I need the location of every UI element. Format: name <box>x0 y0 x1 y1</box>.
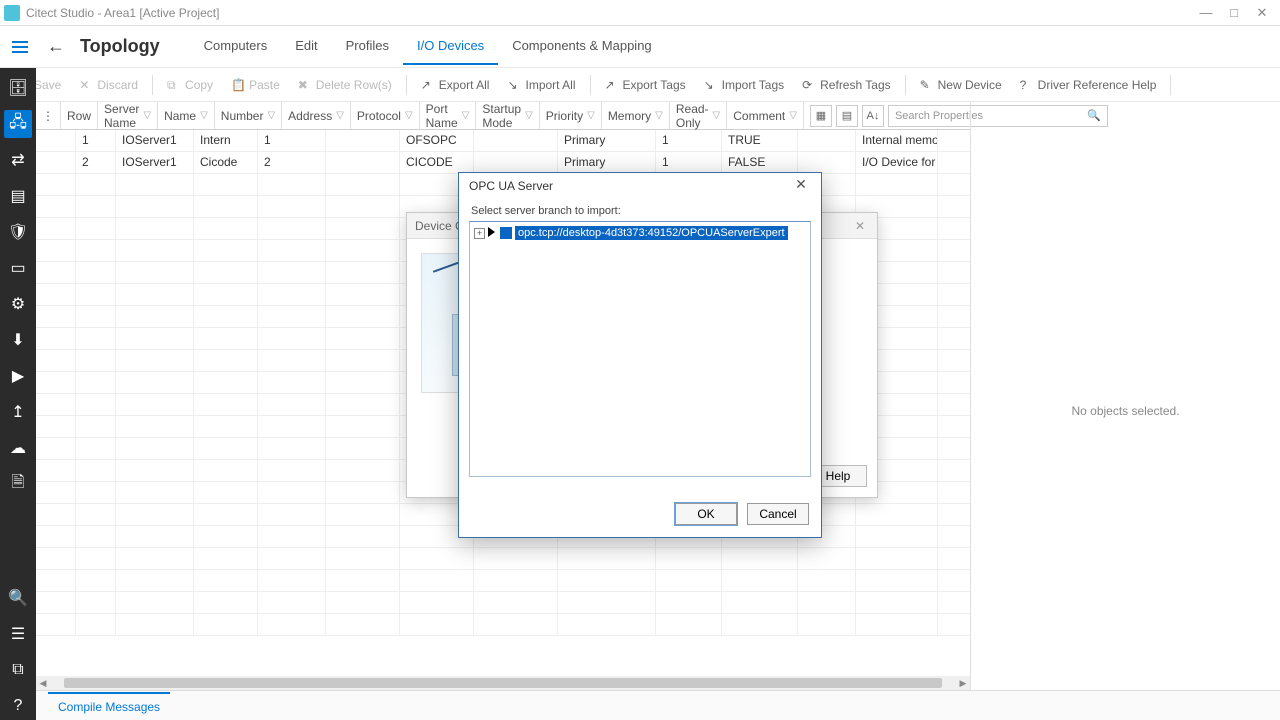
properties-panel: No objects selected. <box>970 102 1280 720</box>
tree-expander-icon[interactable]: + <box>474 228 485 239</box>
ok-button[interactable]: OK <box>675 503 737 525</box>
top-nav: ← Topology Computers Edit Profiles I/O D… <box>0 26 1280 68</box>
rail-pages-icon[interactable]: ▤ <box>4 182 32 210</box>
window-title: Citect Studio - Area1 [Active Project] <box>26 6 1192 20</box>
refresh-tags-button[interactable]: ⟳Refresh Tags <box>794 74 898 96</box>
tab-io-devices[interactable]: I/O Devices <box>403 28 498 65</box>
horizontal-scrollbar[interactable]: ◀▶ <box>36 676 970 690</box>
tab-edit[interactable]: Edit <box>281 28 331 65</box>
table-row: 1 IOServer1 Intern 1 OFSOPC Primary 1 TR… <box>36 130 970 152</box>
export-icon: ↗ <box>421 78 435 92</box>
hamburger-icon[interactable] <box>6 33 34 61</box>
new-device-button[interactable]: ✎New Device <box>912 74 1010 96</box>
paste-icon: 📋 <box>231 78 245 92</box>
delete-rows-button[interactable]: ✖Delete Row(s) <box>290 74 400 96</box>
opc-ua-server-dialog: OPC UA Server ✕ Select server branch to … <box>458 172 822 538</box>
grid-tool-2[interactable]: ▤ <box>836 105 858 127</box>
help-icon: ? <box>1020 78 1034 92</box>
back-button[interactable]: ← <box>42 33 70 61</box>
rail-download-icon[interactable]: ⬇ <box>4 326 32 354</box>
discard-button[interactable]: ✕Discard <box>71 74 146 96</box>
minimize-button[interactable]: — <box>1192 3 1220 23</box>
grid-tool-1[interactable]: ▦ <box>810 105 832 127</box>
col-port-name[interactable]: Port Name▽ <box>420 102 477 129</box>
rail-cloud-icon[interactable]: ☁ <box>4 434 32 462</box>
rail-help-icon[interactable]: ? <box>4 692 32 720</box>
col-address[interactable]: Address▽ <box>282 102 351 129</box>
rail-copy-icon[interactable]: ⧉ <box>4 656 32 684</box>
rail-topology-icon[interactable]: 🖧 <box>4 110 32 138</box>
col-server-name[interactable]: Server Name▽ <box>98 102 158 129</box>
cursor-icon <box>488 227 497 239</box>
driver-reference-button[interactable]: ?Driver Reference Help <box>1012 74 1165 96</box>
refresh-icon: ⟳ <box>802 78 816 92</box>
col-priority[interactable]: Priority▽ <box>540 102 602 129</box>
wand-icon: ✎ <box>920 78 934 92</box>
copy-icon: ⧉ <box>167 78 181 92</box>
compile-messages-tab[interactable]: Compile Messages <box>48 692 170 720</box>
maximize-button[interactable]: □ <box>1220 3 1248 23</box>
paste-button[interactable]: 📋Paste <box>223 74 288 96</box>
rail-database-icon[interactable]: 🗄 <box>4 74 32 102</box>
grid-tool-sort[interactable]: A↓ <box>862 105 884 127</box>
rail-tags-icon[interactable]: ⇄ <box>4 146 32 174</box>
import-icon: ↘ <box>507 78 521 92</box>
delete-icon: ✖ <box>298 78 312 92</box>
server-node-icon <box>500 227 512 239</box>
bottom-bar: Compile Messages <box>36 690 1280 720</box>
window-titlebar: Citect Studio - Area1 [Active Project] —… <box>0 0 1280 26</box>
col-row[interactable]: Row <box>61 102 98 129</box>
rail-alarms-icon[interactable]: ▭ <box>4 254 32 282</box>
col-number[interactable]: Number▽ <box>215 102 282 129</box>
rail-security-icon[interactable]: 🛡 <box>4 218 32 246</box>
row-handle-header[interactable]: ⋮ <box>36 102 61 129</box>
rail-settings-icon[interactable]: ⚙ <box>4 290 32 318</box>
server-tree[interactable]: + opc.tcp://desktop-4d3t373:49152/OPCUAS… <box>469 221 811 477</box>
col-startup-mode[interactable]: Startup Mode▽ <box>476 102 539 129</box>
table-row: 2 IOServer1 Cicode 2 CICODE Primary 1 FA… <box>36 152 970 174</box>
import-all-button[interactable]: ↘Import All <box>499 74 583 96</box>
left-rail: 🗄 🖧 ⇄ ▤ 🛡 ▭ ⚙ ⬇ ▶ ↥ ☁ 🗎 🔍 ☰ ⧉ ? <box>0 68 36 720</box>
rail-search-icon[interactable]: 🔍 <box>4 584 32 612</box>
back-dialog-close-icon[interactable]: ✕ <box>851 219 869 233</box>
export-all-button[interactable]: ↗Export All <box>413 74 498 96</box>
col-name[interactable]: Name▽ <box>158 102 215 129</box>
export-tags-icon: ↗ <box>605 78 619 92</box>
rail-run-icon[interactable]: ▶ <box>4 362 32 390</box>
server-node-label[interactable]: opc.tcp://desktop-4d3t373:49152/OPCUASer… <box>515 226 788 240</box>
discard-icon: ✕ <box>79 78 93 92</box>
col-protocol[interactable]: Protocol▽ <box>351 102 420 129</box>
rail-doc-icon[interactable]: 🗎 <box>4 470 32 498</box>
tab-profiles[interactable]: Profiles <box>332 28 403 65</box>
tab-computers[interactable]: Computers <box>190 28 282 65</box>
grid-header: ⋮ Row Server Name▽ Name▽ Number▽ Address… <box>36 102 970 130</box>
toolbar: 💾Save ✕Discard ⧉Copy 📋Paste ✖Delete Row(… <box>0 68 1280 102</box>
col-memory[interactable]: Memory▽ <box>602 102 670 129</box>
col-read-only[interactable]: Read-Only▽ <box>670 102 727 129</box>
tab-components-mapping[interactable]: Components & Mapping <box>498 28 665 65</box>
close-window-button[interactable]: ✕ <box>1248 3 1276 23</box>
filter-icon[interactable]: ▽ <box>143 110 151 121</box>
col-comment[interactable]: Comment▽ <box>727 102 804 129</box>
section-title: Topology <box>80 36 160 57</box>
import-tags-icon: ↘ <box>704 78 718 92</box>
app-icon <box>4 5 20 21</box>
rail-list-icon[interactable]: ☰ <box>4 620 32 648</box>
front-dialog-title: OPC UA Server <box>469 179 553 193</box>
tree-node[interactable]: + opc.tcp://desktop-4d3t373:49152/OPCUAS… <box>474 226 806 240</box>
cancel-button[interactable]: Cancel <box>747 503 809 525</box>
select-branch-label: Select server branch to import: <box>459 199 821 221</box>
export-tags-button[interactable]: ↗Export Tags <box>597 74 694 96</box>
front-dialog-close-icon[interactable]: ✕ <box>791 176 811 196</box>
rail-deploy-icon[interactable]: ↥ <box>4 398 32 426</box>
import-tags-button[interactable]: ↘Import Tags <box>696 74 792 96</box>
copy-button[interactable]: ⧉Copy <box>159 74 221 96</box>
no-selection-message: No objects selected. <box>1071 404 1179 418</box>
